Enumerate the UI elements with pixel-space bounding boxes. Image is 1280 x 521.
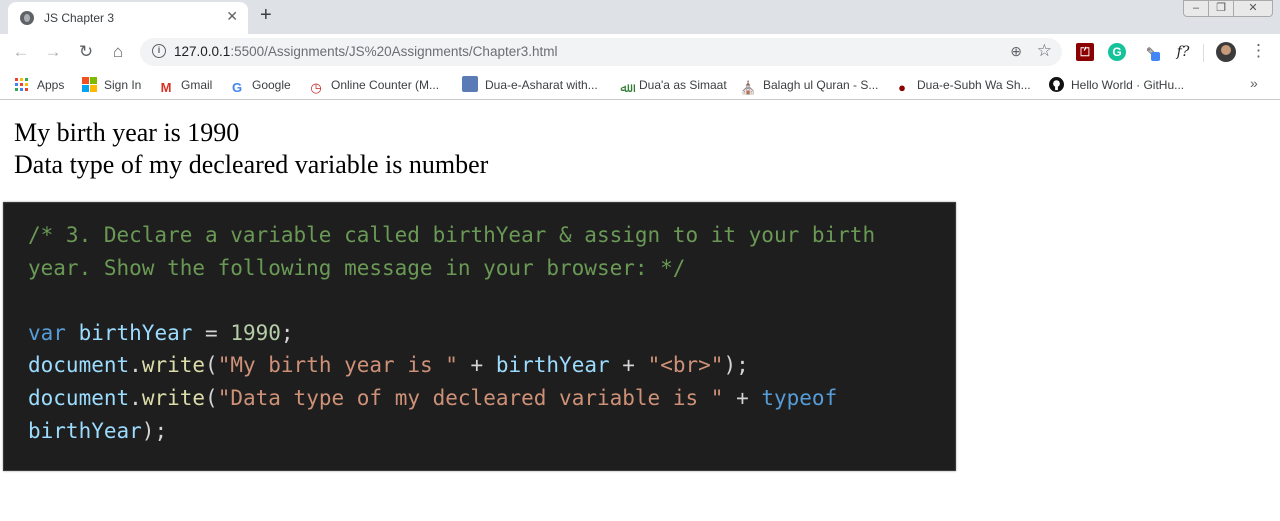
code-variable: birthYear (28, 418, 142, 443)
profile-avatar[interactable] (1216, 42, 1236, 62)
mosque-image-icon (462, 76, 478, 92)
code-string-1: "My birth year is " (217, 353, 458, 378)
code-string-2: "Data type of my decleared variable is " (217, 385, 724, 410)
site-info-icon[interactable]: i (152, 44, 166, 58)
grammarly-extension-icon[interactable]: G (1108, 43, 1126, 61)
url-text[interactable]: 127.0.0.1:5500/Assignments/JS%20Assignme… (174, 44, 557, 59)
counter-icon: ◷ (310, 80, 322, 95)
bookmark-label: Gmail (181, 78, 213, 92)
bookmark-sign-in[interactable]: Sign In (81, 76, 141, 94)
back-button[interactable]: ← (10, 41, 32, 63)
browser-menu-icon[interactable]: ⋮ (1250, 41, 1267, 61)
output-line-1: My birth year is 1990 (14, 118, 240, 147)
google-icon: G (231, 80, 243, 95)
tab-title: JS Chapter 3 (44, 11, 115, 25)
bookmark-balagh-ul-quran[interactable]: ⛪ Balagh ul Quran - S... (740, 76, 879, 95)
globe-favicon-icon (20, 11, 34, 25)
code-plus: + (457, 353, 496, 378)
output-line-2: Data type of my decleared variable is nu… (14, 150, 489, 179)
more-bookmarks-button[interactable]: » (1250, 75, 1258, 91)
url-path: :5500/Assignments/JS%20Assignments/Chapt… (230, 44, 558, 59)
bookmarks-bar: Apps Sign In M Gmail G Google ◷ Online Coun… (0, 70, 1280, 100)
tab-strip: JS Chapter 3 ✕ + ‒ ❐ ✕ (0, 0, 1280, 34)
code-document: document (28, 353, 130, 378)
bookmark-label: Dua'a as Simaat (639, 78, 727, 92)
code-dot: . (129, 353, 142, 378)
code-variable: birthYear (495, 353, 610, 378)
pdf-extension-icon[interactable]: ⏍ (1076, 43, 1094, 61)
shrine-icon: ⛪ (740, 80, 757, 95)
code-plus: + (723, 385, 762, 410)
code-variable: birthYear (78, 320, 193, 345)
code-snippet: /* 3. Declare a variable called birthYea… (3, 202, 956, 471)
code-dot: . (129, 385, 142, 410)
bookmark-online-counter[interactable]: ◷ Online Counter (M... (308, 76, 440, 95)
pen-extension-icon[interactable]: ✎ (1142, 43, 1160, 61)
bookmark-label: Google (252, 78, 291, 92)
bookmark-google[interactable]: G Google (229, 76, 291, 95)
url-host: 127.0.0.1 (174, 44, 231, 59)
code-paren: ( (205, 385, 218, 410)
code-write: write (141, 385, 206, 410)
zoom-icon[interactable]: ⊕ (1010, 43, 1022, 60)
globe-icon: ● (898, 80, 906, 95)
bookmark-hello-world-github[interactable]: Hello World · GitHu... (1048, 76, 1184, 94)
bookmark-dua-e-subh[interactable]: ● Dua-e-Subh Wa Sh... (894, 76, 1031, 95)
code-plus: + (609, 353, 648, 378)
bookmark-gmail[interactable]: M Gmail (158, 76, 213, 95)
tab-js-chapter-3[interactable]: JS Chapter 3 ✕ (8, 2, 248, 34)
windows-icon (81, 77, 97, 93)
forward-button[interactable]: → (42, 41, 64, 63)
bookmark-apps[interactable]: Apps (14, 76, 64, 94)
code-block: /* 3. Declare a variable called birthYea… (28, 219, 938, 447)
bookmark-label: Dua-e-Asharat with... (485, 78, 598, 92)
code-assign: = (192, 320, 231, 345)
code-paren-close: ); (141, 418, 168, 443)
tab-close-icon[interactable]: ✕ (226, 8, 238, 25)
bookmark-label: Sign In (104, 78, 142, 92)
minimize-button[interactable]: ‒ (1183, 0, 1209, 17)
code-string-br: "<br>" (647, 353, 724, 378)
address-bar[interactable]: i 127.0.0.1:5500/Assignments/JS%20Assign… (140, 38, 1062, 66)
code-number: 1990 (230, 320, 281, 345)
new-tab-button[interactable]: + (260, 4, 272, 27)
browser-toolbar: ← → ↻ ⌂ i 127.0.0.1:5500/Assignments/JS%… (0, 34, 1280, 70)
bookmark-label: Balagh ul Quran - S... (763, 78, 879, 92)
code-comment: /* 3. Declare a variable called birthYea… (28, 223, 888, 280)
formula-extension-icon[interactable]: f? (1172, 43, 1194, 61)
apps-grid-icon (14, 78, 30, 94)
close-window-button[interactable]: ✕ (1233, 0, 1273, 17)
bookmark-label: Apps (37, 78, 65, 92)
code-paren: ( (205, 353, 218, 378)
bookmark-star-icon[interactable]: ☆ (1037, 41, 1052, 61)
code-semicolon: ; (280, 320, 294, 345)
bookmark-label: Dua-e-Subh Wa Sh... (917, 78, 1031, 92)
toolbar-divider (1203, 44, 1204, 62)
code-paren-close: ); (723, 353, 749, 378)
code-write: write (141, 353, 206, 378)
calligraphy-icon: ﷲ (620, 80, 628, 95)
code-document: document (28, 385, 130, 410)
restore-button[interactable]: ❐ (1208, 0, 1234, 17)
page-output: My birth year is 1990 Data type of my de… (14, 117, 488, 181)
home-button[interactable]: ⌂ (107, 41, 129, 63)
bookmark-duaa-as-simaat[interactable]: ﷲ Dua'a as Simaat (616, 76, 727, 95)
code-keyword-typeof: typeof (761, 385, 838, 410)
reload-button[interactable]: ↻ (75, 41, 97, 63)
code-keyword-var: var (28, 320, 66, 345)
bookmark-dua-e-asharat[interactable]: Dua-e-Asharat with... (462, 76, 598, 94)
bookmark-label: Hello World · GitHu... (1071, 78, 1185, 92)
gmail-icon: M (160, 80, 172, 95)
bookmark-label: Online Counter (M... (331, 78, 440, 92)
github-icon (1048, 77, 1064, 93)
